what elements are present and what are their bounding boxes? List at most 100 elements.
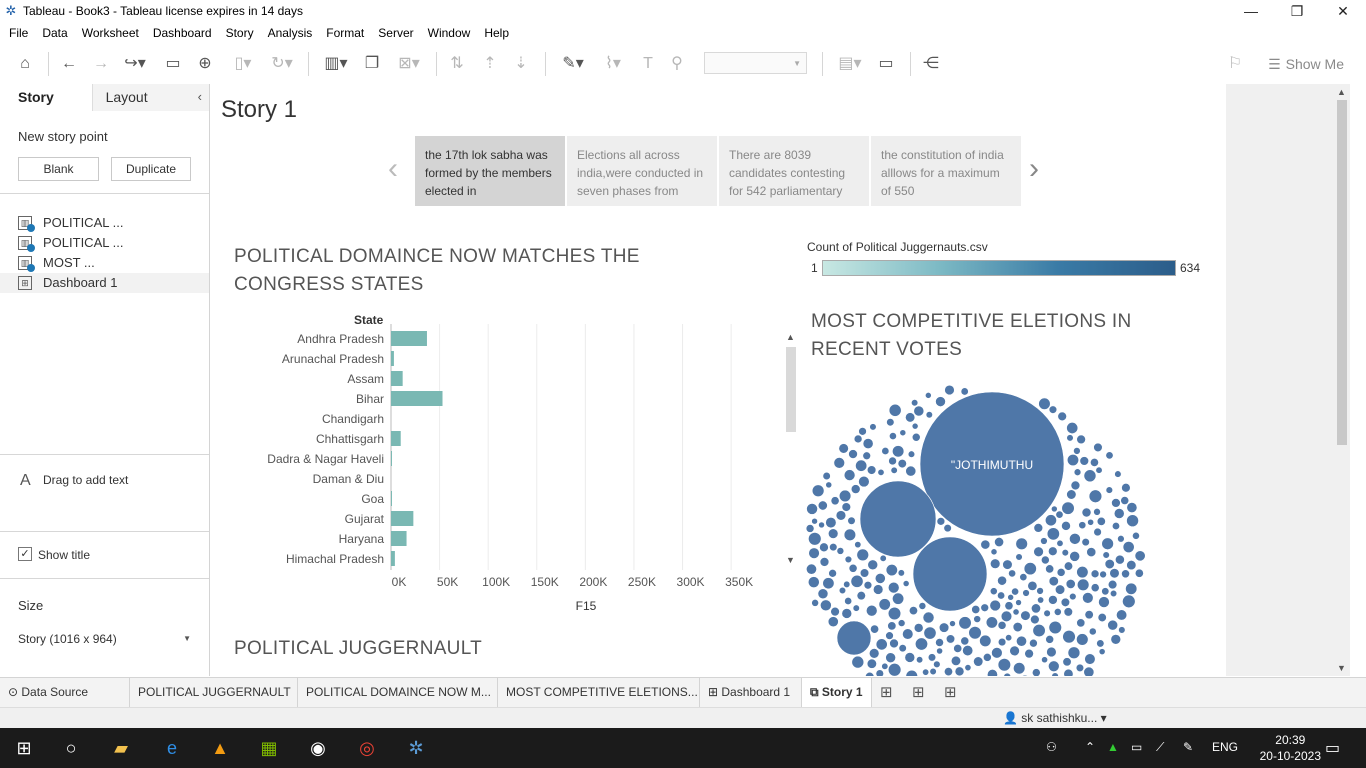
tableau-taskbar-icon[interactable]: ✲: [404, 736, 428, 760]
bubble[interactable]: [817, 500, 828, 511]
bubble[interactable]: [858, 475, 870, 488]
duplicate-sheet-icon[interactable]: ❐: [361, 53, 383, 75]
bubble[interactable]: [1101, 587, 1110, 596]
bubble[interactable]: [1097, 612, 1107, 623]
bubble[interactable]: [1063, 668, 1074, 676]
bubble[interactable]: [979, 634, 992, 647]
bubble[interactable]: [1107, 619, 1119, 631]
bubble[interactable]: [865, 671, 875, 676]
bubble[interactable]: [856, 548, 869, 562]
bubble[interactable]: [1096, 639, 1105, 648]
bubble[interactable]: [1015, 537, 1028, 551]
bubble[interactable]: [878, 598, 891, 611]
bubble[interactable]: [828, 569, 837, 578]
bubble[interactable]: [1093, 527, 1102, 537]
bubble[interactable]: [866, 658, 877, 669]
bar[interactable]: [391, 531, 407, 546]
bubble[interactable]: [1060, 597, 1070, 607]
bubble[interactable]: [1056, 568, 1066, 577]
bubble[interactable]: [1090, 569, 1100, 579]
bubble[interactable]: [853, 434, 863, 444]
tab-most-competitive[interactable]: MOST COMPETITIVE ELETIONS...: [498, 678, 700, 708]
bubble[interactable]: [905, 465, 917, 477]
sort-ascending-icon[interactable]: ⇡: [479, 53, 501, 75]
restore-button[interactable]: ❐: [1274, 0, 1320, 22]
bubble[interactable]: [973, 656, 984, 667]
bubble[interactable]: [1076, 618, 1086, 628]
bubble[interactable]: [1009, 645, 1020, 657]
show-me-button[interactable]: ☰ Show Me: [1268, 53, 1344, 75]
bubble[interactable]: [913, 405, 925, 417]
tab-layout[interactable]: Layout: [91, 84, 209, 111]
bubble[interactable]: [911, 399, 919, 407]
bubble[interactable]: [820, 599, 832, 612]
bubble[interactable]: [1019, 674, 1031, 676]
minimize-button[interactable]: —: [1228, 0, 1274, 22]
collapse-panel-icon[interactable]: ‹: [198, 89, 202, 104]
bubble[interactable]: [828, 528, 839, 539]
menu-format[interactable]: Format: [326, 26, 364, 40]
bubble[interactable]: [1083, 469, 1097, 483]
bubble[interactable]: [1122, 594, 1136, 609]
bubble[interactable]: [902, 628, 914, 640]
labels-icon[interactable]: T: [637, 53, 659, 75]
bubble[interactable]: [827, 616, 839, 628]
bubble[interactable]: [869, 423, 877, 431]
bubble[interactable]: [945, 634, 956, 644]
bubble[interactable]: [1115, 554, 1125, 565]
bubble[interactable]: [836, 620, 872, 656]
bubble[interactable]: [843, 528, 857, 541]
bubble[interactable]: [856, 591, 866, 601]
canvas-vertical-scrollbar[interactable]: ▲ ▼: [1334, 84, 1350, 676]
bar[interactable]: [391, 491, 392, 506]
bubble[interactable]: [1126, 560, 1137, 571]
bubble[interactable]: [1023, 562, 1037, 576]
bubble[interactable]: [907, 450, 916, 458]
bubble[interactable]: [1098, 648, 1106, 656]
bubble[interactable]: [887, 606, 902, 621]
bubble[interactable]: [848, 563, 858, 573]
save-icon[interactable]: ▭: [163, 53, 183, 75]
bubble[interactable]: [962, 645, 974, 657]
story-point-card[interactable]: Elections all across india,were conducte…: [567, 136, 717, 206]
bubble[interactable]: [1121, 483, 1131, 493]
bubble[interactable]: [885, 652, 896, 663]
bubble[interactable]: [881, 662, 889, 670]
bubble[interactable]: [863, 581, 873, 590]
bubble[interactable]: [1069, 550, 1081, 562]
bubble[interactable]: [1083, 666, 1095, 676]
people-icon[interactable]: ⚇: [1046, 740, 1057, 754]
bubble[interactable]: [987, 669, 998, 676]
bubble[interactable]: [1066, 489, 1077, 500]
bubble[interactable]: [1093, 442, 1103, 453]
next-point-arrow-icon[interactable]: ›: [1029, 152, 1039, 186]
bubble[interactable]: [964, 664, 972, 672]
bubble[interactable]: [1081, 507, 1092, 518]
bubble[interactable]: [1101, 537, 1114, 550]
bubble[interactable]: [850, 484, 861, 494]
bubble[interactable]: [905, 412, 916, 423]
bubble[interactable]: [918, 602, 927, 610]
bubble[interactable]: [1088, 627, 1097, 636]
bubble[interactable]: [1095, 466, 1103, 474]
bubble[interactable]: [874, 572, 886, 584]
bubble[interactable]: [811, 517, 818, 525]
bubble[interactable]: [1004, 601, 1014, 611]
undo-icon[interactable]: ←: [58, 53, 80, 75]
bubble[interactable]: [927, 653, 937, 662]
bubble[interactable]: [841, 608, 853, 619]
bubble[interactable]: [858, 427, 867, 436]
bubble[interactable]: [1030, 614, 1040, 625]
bubble[interactable]: [1107, 579, 1118, 590]
bubble[interactable]: [994, 537, 1005, 547]
bubble[interactable]: [980, 603, 989, 612]
bubble[interactable]: [1105, 451, 1114, 460]
presentation-mode-icon[interactable]: ▭: [875, 53, 897, 75]
bubble[interactable]: [1029, 638, 1038, 648]
bubble[interactable]: [1048, 546, 1058, 556]
bubble[interactable]: [1005, 634, 1013, 642]
bar[interactable]: [391, 451, 392, 466]
bubble[interactable]: [958, 616, 972, 630]
fit-dropdown[interactable]: ▼: [704, 52, 807, 74]
bubble[interactable]: [1067, 646, 1081, 660]
